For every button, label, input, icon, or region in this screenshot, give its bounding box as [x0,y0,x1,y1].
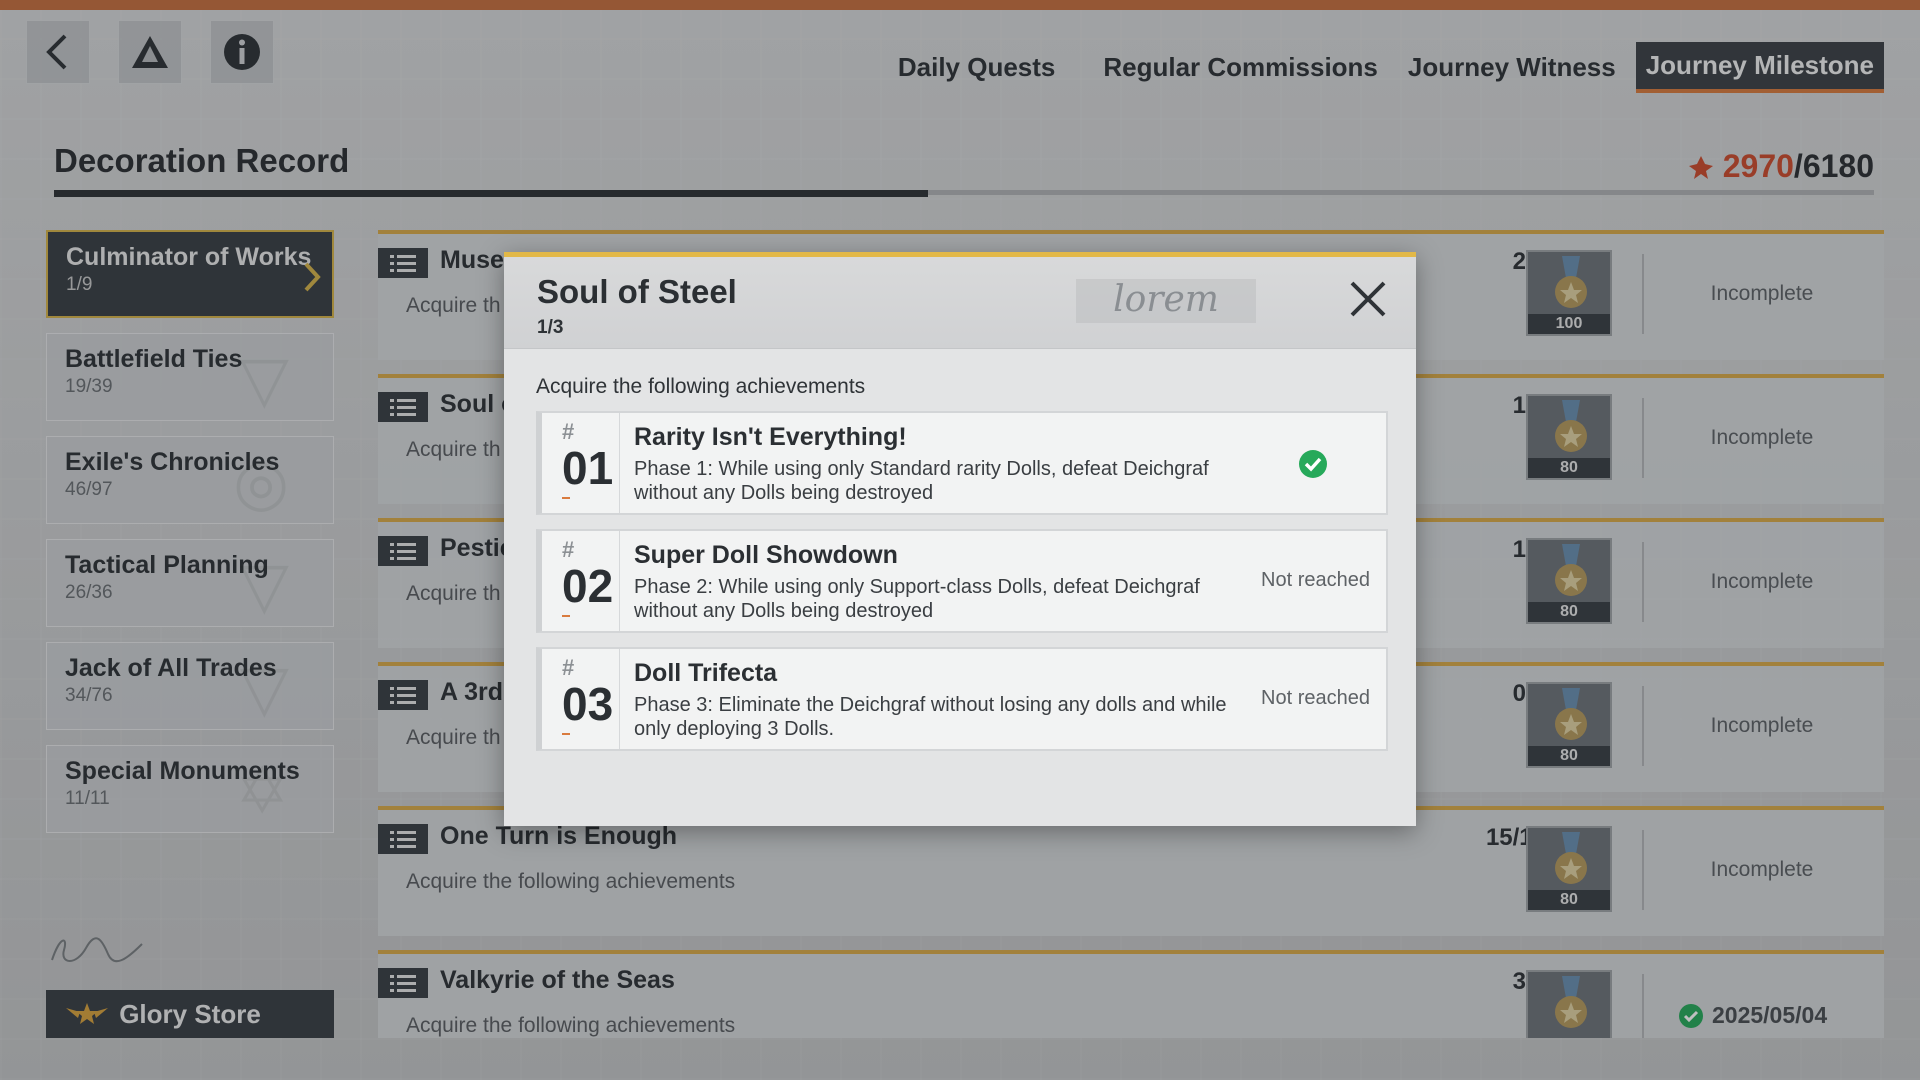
achievement-description: Phase 1: While using only Standard rarit… [634,458,1209,504]
achievement-title: Rarity Isn't Everything! [634,423,907,451]
achievement-number: 02 [562,560,614,612]
modal-footer-decoration [512,806,1408,820]
decorative-script: lorem [1076,279,1256,323]
achievement-status: Not reached [1261,569,1370,591]
achievement-description: Phase 3: Eliminate the Deichgraf without… [634,694,1227,740]
modal-subtitle: Acquire the following achievements [536,375,866,398]
achievement-number: 03 [562,678,614,730]
achievement-detail-modal: Soul of Steel 1/3 lorem Acquire the foll… [504,252,1416,826]
close-icon[interactable] [1344,275,1392,323]
accent-mark [562,497,570,499]
achievement-description: Phase 2: While using only Support-class … [634,576,1200,622]
achievement-number-block: # 03 [542,649,620,749]
modal-count: 1/3 [537,317,564,338]
achievement-title: Doll Trifecta [634,659,778,687]
achievement-card-03: # 03 Doll Trifecta Phase 3: Eliminate th… [536,647,1388,751]
modal-header: Soul of Steel 1/3 lorem [504,257,1416,349]
achievement-card-02: # 02 Super Doll Showdown Phase 2: While … [536,529,1388,633]
achievement-title: Super Doll Showdown [634,541,898,569]
check-circle-icon [1299,450,1327,478]
accent-mark [562,615,570,617]
achievement-card-01: # 01 Rarity Isn't Everything! Phase 1: W… [536,411,1388,515]
modal-title: Soul of Steel [537,273,737,310]
achievement-status: Not reached [1261,687,1370,709]
achievement-number: 01 [562,442,614,494]
achievement-number-block: # 02 [542,531,620,631]
accent-mark [562,733,570,735]
achievement-number-block: # 01 [542,413,620,513]
